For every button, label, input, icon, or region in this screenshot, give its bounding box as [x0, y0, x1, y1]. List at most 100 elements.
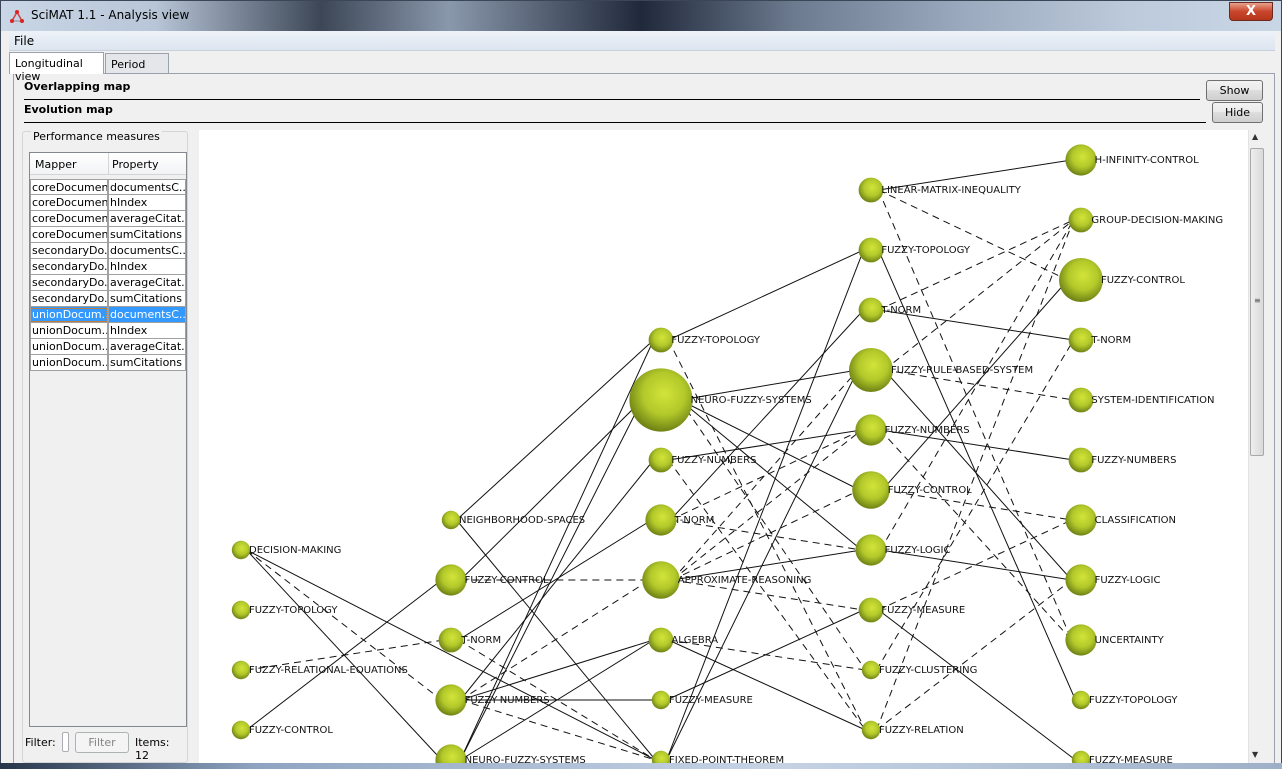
property-cell[interactable]: averageCitat...: [108, 339, 186, 355]
theme-node-circle[interactable]: [231, 540, 251, 560]
table-row[interactable]: unionDocum... hIndex: [30, 323, 186, 339]
property-cell[interactable]: averageCitat...: [108, 275, 186, 291]
filter-input[interactable]: [62, 732, 69, 752]
menu-file[interactable]: File: [14, 34, 34, 48]
mapper-cell[interactable]: coreDocuments: [30, 227, 108, 243]
theme-node[interactable]: FUZZY-RULE-BASED-SYSTEM: [849, 348, 1033, 392]
table-row[interactable]: secondaryDo... hIndex: [30, 259, 186, 275]
scroll-up-icon[interactable]: ▲: [1252, 132, 1258, 141]
theme-node[interactable]: T-NORM: [1068, 327, 1132, 353]
table-row[interactable]: unionDocum... sumCitations: [30, 355, 186, 371]
mapper-cell[interactable]: secondaryDo...: [30, 243, 108, 259]
theme-node-circle[interactable]: [1065, 144, 1097, 176]
theme-node[interactable]: LINEAR-MATRIX-INEQUALITY: [858, 177, 1022, 203]
theme-node-circle[interactable]: [1065, 564, 1097, 596]
title-bar[interactable]: SciMAT 1.1 - Analysis view X: [1, 1, 1281, 31]
theme-node[interactable]: FUZZY-CONTROL: [435, 564, 549, 596]
table-row[interactable]: secondaryDo... documentsC...: [30, 243, 186, 259]
column-separator[interactable]: [108, 153, 109, 175]
table-row[interactable]: unionDocum... documentsC...: [30, 307, 186, 323]
table-row[interactable]: secondaryDo... sumCitations: [30, 291, 186, 307]
theme-node-circle[interactable]: [1065, 624, 1097, 656]
theme-node[interactable]: FUZZY-TOPOLOGY: [1071, 690, 1179, 710]
vertical-scrollbar[interactable]: ▲ ≡ ▼: [1248, 130, 1265, 764]
property-cell[interactable]: hIndex: [108, 259, 186, 275]
theme-node[interactable]: FUZZY-LOGIC: [855, 534, 951, 566]
theme-node[interactable]: CLASSIFICATION: [1065, 504, 1176, 536]
theme-node[interactable]: T-NORM: [438, 627, 502, 653]
theme-node-circle[interactable]: [1068, 327, 1094, 353]
property-cell[interactable]: sumCitations: [108, 355, 186, 371]
theme-node-circle[interactable]: [435, 684, 467, 716]
theme-node-circle[interactable]: [629, 368, 693, 432]
theme-node[interactable]: FUZZY-RELATION: [861, 720, 964, 740]
mapper-cell[interactable]: coreDocuments: [30, 195, 108, 211]
theme-node-circle[interactable]: [1068, 207, 1094, 233]
mapper-cell[interactable]: unionDocum...: [30, 307, 108, 323]
scrollbar-thumb[interactable]: ≡: [1250, 148, 1264, 456]
table-row[interactable]: coreDocumentssumCitations: [30, 227, 186, 243]
mapper-cell[interactable]: unionDocum...: [30, 355, 108, 371]
theme-node[interactable]: FUZZY-TOPOLOGY: [231, 600, 339, 620]
theme-node[interactable]: FUZZY-NUMBERS: [1068, 447, 1177, 473]
mapper-cell[interactable]: secondaryDo...: [30, 275, 108, 291]
theme-node[interactable]: ALGEBRA: [648, 627, 719, 653]
theme-node-circle[interactable]: [849, 348, 893, 392]
theme-node[interactable]: FUZZY-CONTROL: [852, 471, 972, 509]
theme-node-circle[interactable]: [231, 600, 251, 620]
column-header-property[interactable]: Property: [112, 158, 159, 171]
mapper-cell[interactable]: coreDocuments: [30, 179, 108, 195]
property-cell[interactable]: sumCitations: [108, 227, 186, 243]
theme-node[interactable]: T-NORM: [858, 297, 922, 323]
theme-node-circle[interactable]: [861, 720, 881, 740]
theme-node-circle[interactable]: [858, 177, 884, 203]
property-cell[interactable]: documentsC...: [108, 243, 186, 259]
theme-node[interactable]: FUZZY-RELATIONAL-EQUATIONS: [231, 660, 408, 680]
theme-node[interactable]: DECISION-MAKING: [231, 540, 342, 560]
theme-node[interactable]: FUZZY-CONTROL: [1059, 258, 1185, 302]
theme-node[interactable]: FUZZY-LOGIC: [1065, 564, 1161, 596]
theme-node[interactable]: FUZZY-CLUSTERING: [861, 660, 978, 680]
mapper-cell[interactable]: secondaryDo...: [30, 259, 108, 275]
property-cell[interactable]: averageCitat...: [108, 211, 186, 227]
theme-node-circle[interactable]: [1068, 447, 1094, 473]
theme-node-circle[interactable]: [1071, 690, 1091, 710]
theme-node[interactable]: FUZZY-MEASURE: [651, 690, 753, 710]
theme-node-circle[interactable]: [642, 561, 680, 599]
evolution-map-canvas[interactable]: DECISION-MAKING FUZZY-TOPOLOGY FUZZY-RELAT…: [199, 130, 1261, 766]
theme-node-circle[interactable]: [231, 720, 251, 740]
table-row[interactable]: coreDocumentsaverageCitat...: [30, 211, 186, 227]
theme-node-circle[interactable]: [648, 327, 674, 353]
tab-longitudinal-view[interactable]: Longitudinal view: [9, 52, 104, 83]
close-button[interactable]: X: [1229, 2, 1273, 21]
theme-node[interactable]: APPROXIMATE-REASONING: [642, 561, 811, 599]
theme-node-circle[interactable]: [1059, 258, 1103, 302]
mapper-cell[interactable]: coreDocuments: [30, 211, 108, 227]
tab-period-view[interactable]: Period view: [105, 53, 169, 84]
mapper-cell[interactable]: secondaryDo...: [30, 291, 108, 307]
property-cell[interactable]: documentsC...: [108, 307, 186, 323]
theme-node-circle[interactable]: [855, 414, 887, 446]
property-cell[interactable]: sumCitations: [108, 291, 186, 307]
mapper-cell[interactable]: unionDocum...: [30, 323, 108, 339]
property-cell[interactable]: documentsC...: [108, 179, 186, 195]
theme-node[interactable]: GROUP-DECISION-MAKING: [1068, 207, 1224, 233]
theme-node-circle[interactable]: [855, 534, 887, 566]
theme-node[interactable]: FUZZY-TOPOLOGY: [648, 327, 761, 353]
overlapping-map-show-button[interactable]: Show: [1206, 80, 1263, 101]
theme-node-circle[interactable]: [648, 447, 674, 473]
theme-node-circle[interactable]: [651, 690, 671, 710]
table-row[interactable]: secondaryDo... averageCitat...: [30, 275, 186, 291]
scroll-down-icon[interactable]: ▼: [1252, 750, 1258, 759]
theme-node[interactable]: UNCERTAINTY: [1065, 624, 1165, 656]
table-row[interactable]: coreDocumentsdocumentsC...: [30, 179, 186, 195]
table-row[interactable]: coreDocumentshIndex: [30, 195, 186, 211]
theme-node-circle[interactable]: [852, 471, 890, 509]
theme-node[interactable]: H-INFINITY-CONTROL: [1065, 144, 1199, 176]
theme-node-circle[interactable]: [438, 627, 464, 653]
theme-node-circle[interactable]: [858, 597, 884, 623]
theme-node-circle[interactable]: [858, 237, 884, 263]
property-cell[interactable]: hIndex: [108, 323, 186, 339]
theme-node-circle[interactable]: [1068, 387, 1094, 413]
theme-node-circle[interactable]: [645, 504, 677, 536]
